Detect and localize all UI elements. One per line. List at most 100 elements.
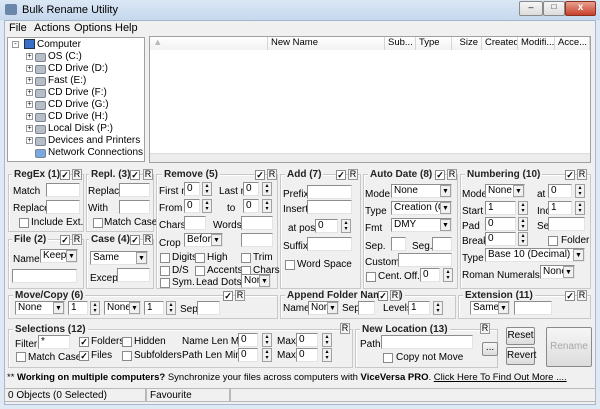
move-copy-mode-dropdown[interactable]: None ▼ (15, 301, 65, 315)
maximize-button[interactable]: □ (543, 1, 565, 16)
include-ext-checkbox[interactable] (19, 218, 29, 228)
numbering-pad-spinner[interactable]: ▴ ▾ (518, 217, 528, 231)
numbering-incr-input[interactable]: 1 (548, 201, 572, 215)
tree-item[interactable]: CD Drive (G:) (48, 99, 109, 110)
numbering-incr-spinner[interactable]: ▴ ▾ (575, 201, 585, 215)
add-enable-checkbox[interactable]: ✓ (336, 170, 346, 180)
suffix-input[interactable] (307, 237, 352, 251)
crop-input[interactable] (241, 233, 273, 247)
move-copy-sep-input[interactable] (197, 301, 220, 315)
numbering-mode-dropdown[interactable]: None ▼ (485, 184, 525, 198)
at-pos-input[interactable]: 0 (315, 219, 338, 233)
folder-checkbox[interactable] (548, 236, 558, 246)
auto-date-enable-checkbox[interactable]: ✓ (435, 170, 445, 180)
auto-date-reset-button[interactable]: R (447, 169, 457, 180)
numbering-sep-input[interactable] (548, 217, 585, 231)
column-header-accessed[interactable]: Acce... (555, 37, 590, 50)
date-sep-input[interactable] (391, 237, 406, 251)
expand-icon[interactable]: + (26, 113, 33, 120)
minimize-button[interactable]: – (519, 1, 543, 16)
move-copy-count2-spinner[interactable]: ▴ ▾ (166, 301, 176, 315)
words-input[interactable] (241, 216, 273, 230)
numbering-start-input[interactable]: 1 (485, 201, 516, 215)
to-input[interactable]: 0 (243, 199, 259, 213)
column-header-created[interactable]: Created (482, 37, 518, 50)
column-header-size[interactable]: Size (452, 37, 482, 50)
move-copy-reset-button[interactable]: R (235, 290, 245, 301)
high-checkbox[interactable] (195, 253, 205, 263)
case-dropdown[interactable]: Same ▼ (90, 251, 148, 265)
move-copy-count-spinner[interactable]: ▴ ▾ (90, 301, 100, 315)
repl-reset-button[interactable]: R (143, 169, 153, 180)
horizontal-scrollbar[interactable] (150, 153, 590, 162)
insert-input[interactable] (307, 200, 352, 214)
numbering-at-spinner[interactable]: ▴ ▾ (575, 184, 585, 198)
tree-item[interactable]: Local Disk (P:) (48, 123, 113, 134)
date-offset-spinner[interactable]: ▴ ▾ (443, 268, 453, 282)
chars-input[interactable] (184, 216, 206, 230)
expand-icon[interactable]: + (26, 125, 33, 132)
first-n-spinner[interactable]: ▴ ▾ (202, 182, 212, 196)
append-levels-input[interactable]: 1 (408, 301, 430, 315)
menu-options[interactable]: Options (74, 22, 112, 34)
expand-icon[interactable]: + (26, 77, 33, 84)
date-offset-input[interactable]: 0 (420, 268, 440, 282)
subfolders-checkbox[interactable] (122, 351, 132, 361)
path-len-min-spinner[interactable]: ▴ ▾ (262, 348, 272, 362)
sym-checkbox[interactable] (160, 278, 170, 288)
file-name-dropdown[interactable]: Keep ▼ (40, 249, 78, 263)
move-copy-mode2-dropdown[interactable]: None ▼ (104, 301, 141, 315)
file-enable-checkbox[interactable]: ✓ (60, 235, 70, 245)
expand-icon[interactable]: + (26, 101, 33, 108)
date-format-dropdown[interactable]: DMY ▼ (391, 218, 452, 232)
path-len-max-spinner[interactable]: ▴ ▾ (322, 348, 332, 362)
append-folder-enable-checkbox[interactable]: ✓ (378, 291, 388, 301)
menu-file[interactable]: File (9, 22, 27, 34)
numbering-at-input[interactable]: 0 (548, 184, 572, 198)
last-n-spinner[interactable]: ▴ ▾ (262, 182, 272, 196)
menu-actions[interactable]: Actions (34, 22, 70, 34)
date-custom-input[interactable] (398, 253, 452, 267)
repl-replace-input[interactable] (119, 183, 150, 197)
tree-item[interactable]: CD Drive (H:) (48, 111, 108, 122)
name-len-max-input[interactable]: 0 (296, 333, 318, 347)
from-spinner[interactable]: ▴ ▾ (202, 199, 212, 213)
extension-input[interactable] (514, 301, 552, 315)
tree-item[interactable]: Network Connections (48, 147, 143, 158)
file-list[interactable] (149, 36, 591, 163)
promo-link[interactable]: Click Here To Find Out More .... (434, 372, 567, 383)
regex-replace-input[interactable] (46, 200, 80, 214)
column-header-name[interactable]: ▲ (150, 37, 268, 50)
digits-checkbox[interactable] (160, 253, 170, 263)
folders-checkbox[interactable]: ✓ (79, 337, 89, 347)
remove-reset-button[interactable]: R (267, 169, 277, 180)
crop-dropdown[interactable]: Before ▼ (184, 233, 223, 247)
tree-item[interactable]: CD Drive (F:) (48, 87, 107, 98)
date-seg-input[interactable] (432, 237, 452, 251)
prefix-input[interactable] (307, 185, 352, 199)
numbering-reset-button[interactable]: R (577, 169, 587, 180)
file-name-input[interactable] (12, 269, 77, 283)
name-len-min-spinner[interactable]: ▴ ▾ (262, 333, 272, 347)
repl-with-input[interactable] (119, 200, 150, 214)
tree-item[interactable]: CD Drive (D:) (48, 63, 108, 74)
files-checkbox[interactable]: ✓ (79, 351, 89, 361)
at-pos-spinner[interactable]: ▴ ▾ (341, 219, 351, 233)
name-len-max-spinner[interactable]: ▴ ▾ (322, 333, 332, 347)
append-sep-input[interactable] (358, 301, 375, 315)
selections-reset-button[interactable]: R (340, 323, 350, 334)
tree-item[interactable]: OS (C:) (48, 51, 82, 62)
regex-reset-button[interactable]: R (72, 169, 82, 180)
rename-button[interactable]: Rename (546, 327, 592, 367)
first-n-input[interactable]: 0 (184, 182, 200, 196)
copy-not-move-checkbox[interactable] (383, 353, 393, 363)
numbering-break-input[interactable]: 0 (485, 232, 516, 246)
regex-enable-checkbox[interactable]: ✓ (60, 170, 70, 180)
menu-help[interactable]: Help (115, 22, 138, 34)
repl-enable-checkbox[interactable]: ✓ (130, 170, 140, 180)
column-header-modified[interactable]: Modifi... (518, 37, 555, 50)
path-len-min-input[interactable]: 0 (238, 348, 258, 362)
new-location-reset-button[interactable]: R (480, 323, 490, 334)
regex-match-input[interactable] (46, 183, 80, 197)
expand-icon[interactable]: + (26, 89, 33, 96)
